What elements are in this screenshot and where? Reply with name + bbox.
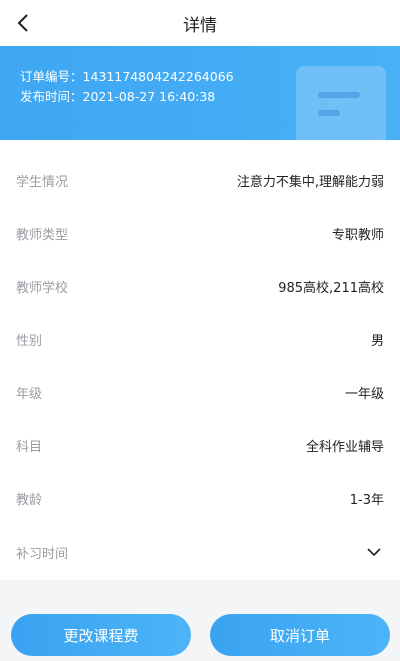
detail-row-teacher-type: 教师类型 专职教师: [0, 213, 400, 253]
detail-value: 男: [370, 333, 384, 349]
top-navigation-bar: 详情: [0, 0, 400, 46]
document-illustration-icon: [296, 66, 386, 140]
detail-label: 教龄: [16, 492, 43, 508]
detail-row-gender: 性别 男: [0, 319, 400, 359]
order-banner: 订单编号：1431174804242264066 发布时间：2021-08-27…: [0, 46, 400, 140]
detail-row-tutoring-time[interactable]: 补习时间: [0, 532, 400, 572]
detail-value: 1-3年: [349, 492, 384, 508]
detail-label: 教师学校: [16, 280, 69, 296]
chevron-left-icon: [17, 14, 28, 32]
change-fee-button[interactable]: 更改课程费: [11, 614, 191, 656]
detail-value: 985高校,211高校: [278, 280, 384, 296]
detail-value: 全科作业辅导: [305, 439, 384, 455]
detail-value: 一年级: [344, 386, 384, 402]
detail-row-teacher-school: 教师学校 985高校,211高校: [0, 266, 400, 306]
page-title: 详情: [183, 15, 217, 36]
detail-row-teaching-years: 教龄 1-3年: [0, 478, 400, 518]
detail-row-student-status: 学生情况 注意力不集中,理解能力弱: [0, 160, 400, 200]
detail-card: 学生情况 注意力不集中,理解能力弱 教师类型 专职教师 教师学校 985高校,2…: [0, 140, 400, 580]
detail-label: 科目: [16, 439, 43, 455]
detail-label: 学生情况: [16, 174, 69, 190]
detail-value: 专职教师: [331, 227, 384, 243]
detail-row-grade: 年级 一年级: [0, 372, 400, 412]
detail-label: 年级: [16, 386, 43, 402]
detail-row-subject: 科目 全科作业辅导: [0, 425, 400, 465]
publish-time: 发布时间：2021-08-27 16:40:38: [20, 89, 216, 104]
chevron-down-icon[interactable]: [364, 542, 384, 562]
order-number: 订单编号：1431174804242264066: [20, 69, 234, 84]
detail-label: 补习时间: [16, 546, 69, 562]
cancel-order-button[interactable]: 取消订单: [210, 614, 390, 656]
back-button[interactable]: [8, 8, 38, 38]
detail-label: 教师类型: [16, 227, 69, 243]
detail-label: 性别: [16, 333, 43, 349]
detail-value: 注意力不集中,理解能力弱: [236, 174, 384, 190]
